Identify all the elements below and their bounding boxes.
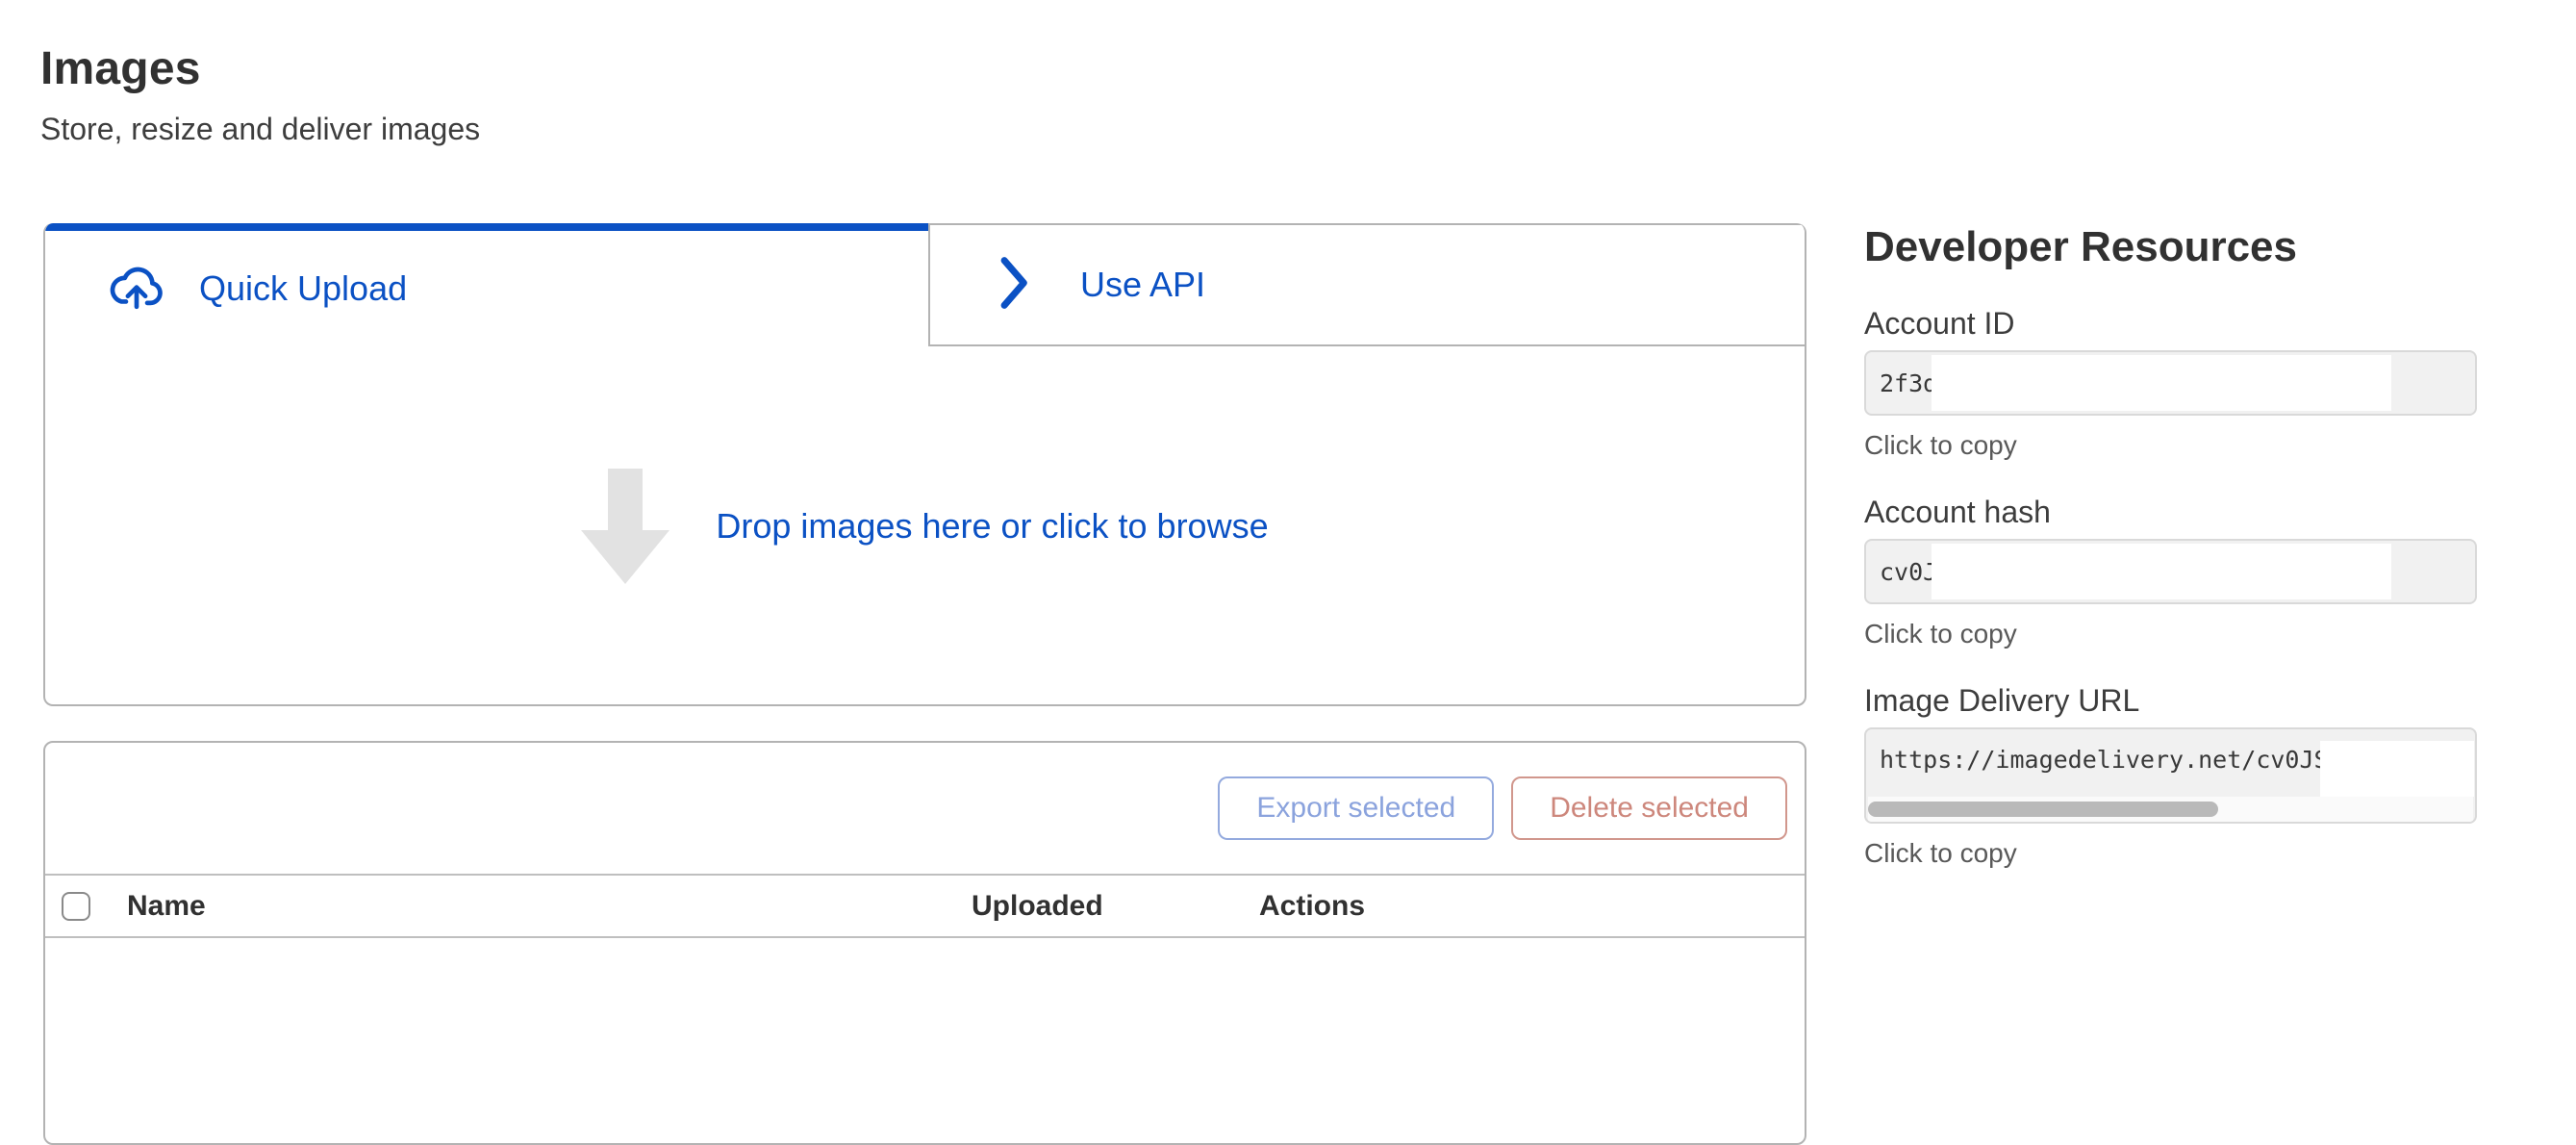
redaction-overlay — [2320, 741, 2474, 797]
export-selected-button[interactable]: Export selected — [1218, 776, 1494, 840]
column-header-actions: Actions — [1259, 890, 1365, 923]
images-table-card: Export selected Delete selected Name Upl… — [43, 741, 1806, 1145]
drop-zone[interactable]: Drop images here or click to browse — [45, 346, 1805, 706]
account-hash-copy-hint: Click to copy — [1864, 618, 2477, 650]
account-hash-label: Account hash — [1864, 493, 2477, 531]
account-id-field[interactable]: 2f3d — [1864, 350, 2477, 416]
redaction-overlay — [1932, 544, 2391, 599]
table-toolbar: Export selected Delete selected — [45, 743, 1805, 874]
tab-use-api-label: Use API — [1080, 265, 1205, 305]
tab-quick-upload[interactable]: Quick Upload — [45, 223, 928, 346]
account-id-copy-hint: Click to copy — [1864, 429, 2477, 462]
tab-quick-upload-label: Quick Upload — [199, 268, 407, 309]
account-hash-value: cv0J — [1866, 558, 1937, 586]
delete-selected-button[interactable]: Delete selected — [1511, 776, 1787, 840]
select-all-checkbox[interactable] — [62, 892, 90, 921]
image-delivery-url-copy-hint: Click to copy — [1864, 837, 2477, 870]
developer-resources-panel: Developer Resources Account ID 2f3d Clic… — [1864, 223, 2477, 901]
account-id-value: 2f3d — [1866, 369, 1937, 397]
arrow-down-icon — [581, 469, 669, 584]
image-delivery-url-field[interactable]: https://imagedelivery.net/cv0JS — [1864, 727, 2477, 824]
page-subtitle: Store, resize and deliver images — [40, 112, 480, 147]
upload-card: Quick Upload Use API Drop images here or… — [43, 223, 1806, 706]
horizontal-scrollbar-thumb[interactable] — [1868, 802, 2218, 817]
image-delivery-url-label: Image Delivery URL — [1864, 681, 2477, 720]
horizontal-scrollbar-track — [1868, 797, 2473, 822]
column-header-uploaded: Uploaded — [972, 890, 1103, 923]
cloud-upload-icon — [105, 262, 168, 317]
column-header-name: Name — [127, 890, 206, 923]
tab-use-api[interactable]: Use API — [928, 223, 1805, 346]
chevron-right-icon — [999, 256, 1030, 315]
sidebar-title: Developer Resources — [1864, 223, 2477, 269]
image-delivery-url-value: https://imagedelivery.net/cv0JS — [1866, 746, 2329, 774]
account-hash-field[interactable]: cv0J — [1864, 539, 2477, 604]
drop-zone-label: Drop images here or click to browse — [716, 506, 1268, 547]
account-id-label: Account ID — [1864, 304, 2477, 343]
page-title: Images — [40, 42, 201, 95]
table-header-row: Name Uploaded Actions — [45, 874, 1805, 938]
redaction-overlay — [1932, 355, 2391, 411]
tab-row: Quick Upload Use API — [45, 223, 1805, 346]
